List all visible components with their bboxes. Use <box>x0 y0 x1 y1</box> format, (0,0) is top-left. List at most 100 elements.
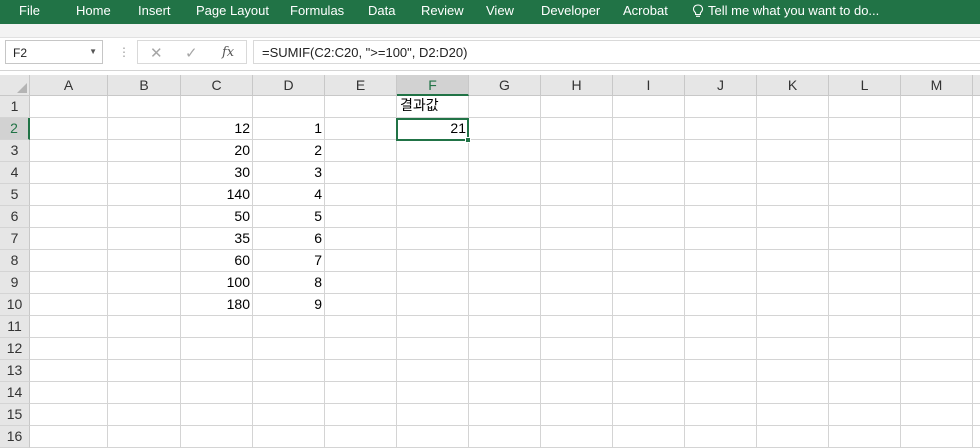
cell-a3[interactable] <box>30 140 108 162</box>
cell-m1[interactable] <box>901 96 973 118</box>
cell-i3[interactable] <box>613 140 685 162</box>
row-header-1[interactable]: 1 <box>0 96 30 118</box>
cell-j11[interactable] <box>685 316 757 338</box>
cell-l3[interactable] <box>829 140 901 162</box>
cell-c1[interactable] <box>181 96 253 118</box>
column-header-k[interactable]: K <box>757 75 829 96</box>
cell-i11[interactable] <box>613 316 685 338</box>
cell-partial[interactable] <box>973 316 980 338</box>
cell-e11[interactable] <box>325 316 397 338</box>
cell-e16[interactable] <box>325 426 397 448</box>
cell-e2[interactable] <box>325 118 397 140</box>
cell-m8[interactable] <box>901 250 973 272</box>
cell-h15[interactable] <box>541 404 613 426</box>
cell-i14[interactable] <box>613 382 685 404</box>
row-header-6[interactable]: 6 <box>0 206 30 228</box>
cell-c7[interactable]: 35 <box>181 228 253 250</box>
cell-c13[interactable] <box>181 360 253 382</box>
cell-g13[interactable] <box>469 360 541 382</box>
cell-i4[interactable] <box>613 162 685 184</box>
cell-e7[interactable] <box>325 228 397 250</box>
formula-input[interactable]: =SUMIF(C2:C20, ">=100", D2:D20) <box>253 40 980 64</box>
cell-f10[interactable] <box>397 294 469 316</box>
cell-l16[interactable] <box>829 426 901 448</box>
cell-c4[interactable]: 30 <box>181 162 253 184</box>
cell-c2[interactable]: 12 <box>181 118 253 140</box>
cell-h2[interactable] <box>541 118 613 140</box>
cell-i7[interactable] <box>613 228 685 250</box>
fill-handle[interactable] <box>465 137 471 143</box>
cell-k7[interactable] <box>757 228 829 250</box>
tell-me-search[interactable]: Tell me what you want to do... <box>692 3 879 18</box>
row-header-14[interactable]: 14 <box>0 382 30 404</box>
column-header-h[interactable]: H <box>541 75 613 96</box>
cell-l8[interactable] <box>829 250 901 272</box>
cell-l6[interactable] <box>829 206 901 228</box>
cell-d15[interactable] <box>253 404 325 426</box>
cell-e15[interactable] <box>325 404 397 426</box>
cell-m5[interactable] <box>901 184 973 206</box>
cell-f11[interactable] <box>397 316 469 338</box>
cell-l2[interactable] <box>829 118 901 140</box>
cell-m14[interactable] <box>901 382 973 404</box>
cell-k10[interactable] <box>757 294 829 316</box>
cell-i6[interactable] <box>613 206 685 228</box>
cell-l12[interactable] <box>829 338 901 360</box>
cell-partial[interactable] <box>973 426 980 448</box>
cell-a13[interactable] <box>30 360 108 382</box>
column-header-d[interactable]: D <box>253 75 325 96</box>
cell-e3[interactable] <box>325 140 397 162</box>
column-header-f[interactable]: F <box>397 75 469 96</box>
cell-m10[interactable] <box>901 294 973 316</box>
cell-i16[interactable] <box>613 426 685 448</box>
cell-f4[interactable] <box>397 162 469 184</box>
cell-j7[interactable] <box>685 228 757 250</box>
cell-partial[interactable] <box>973 272 980 294</box>
cell-g12[interactable] <box>469 338 541 360</box>
chevron-down-icon[interactable]: ▼ <box>89 47 97 56</box>
cell-l14[interactable] <box>829 382 901 404</box>
cell-h16[interactable] <box>541 426 613 448</box>
cell-g16[interactable] <box>469 426 541 448</box>
cell-i9[interactable] <box>613 272 685 294</box>
cell-c12[interactable] <box>181 338 253 360</box>
cell-f3[interactable] <box>397 140 469 162</box>
cell-m16[interactable] <box>901 426 973 448</box>
cell-h13[interactable] <box>541 360 613 382</box>
cell-g9[interactable] <box>469 272 541 294</box>
cell-d7[interactable]: 6 <box>253 228 325 250</box>
cell-g4[interactable] <box>469 162 541 184</box>
cell-j3[interactable] <box>685 140 757 162</box>
cell-k2[interactable] <box>757 118 829 140</box>
cell-a8[interactable] <box>30 250 108 272</box>
cell-m15[interactable] <box>901 404 973 426</box>
cell-c5[interactable]: 140 <box>181 184 253 206</box>
cell-b5[interactable] <box>108 184 181 206</box>
row-header-7[interactable]: 7 <box>0 228 30 250</box>
cell-k8[interactable] <box>757 250 829 272</box>
cell-f14[interactable] <box>397 382 469 404</box>
cell-l9[interactable] <box>829 272 901 294</box>
cell-d12[interactable] <box>253 338 325 360</box>
cell-partial[interactable] <box>973 206 980 228</box>
row-header-10[interactable]: 10 <box>0 294 30 316</box>
cell-a7[interactable] <box>30 228 108 250</box>
cell-a1[interactable] <box>30 96 108 118</box>
cell-a11[interactable] <box>30 316 108 338</box>
cell-c10[interactable]: 180 <box>181 294 253 316</box>
cell-d2[interactable]: 1 <box>253 118 325 140</box>
check-icon[interactable]: ✓ <box>185 44 198 62</box>
cell-a9[interactable] <box>30 272 108 294</box>
cell-b6[interactable] <box>108 206 181 228</box>
formula-bar-grip-icon[interactable]: ⋮ <box>118 45 130 59</box>
tab-formulas[interactable]: Formulas <box>290 3 344 18</box>
cell-h10[interactable] <box>541 294 613 316</box>
cell-i2[interactable] <box>613 118 685 140</box>
cell-partial[interactable] <box>973 228 980 250</box>
tab-file[interactable]: File <box>19 3 40 18</box>
cell-m3[interactable] <box>901 140 973 162</box>
cell-m11[interactable] <box>901 316 973 338</box>
cell-j16[interactable] <box>685 426 757 448</box>
tab-data[interactable]: Data <box>368 3 395 18</box>
cell-l4[interactable] <box>829 162 901 184</box>
